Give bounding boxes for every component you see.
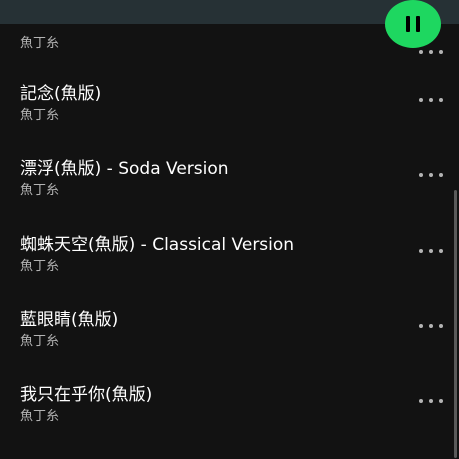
more-options-icon[interactable] <box>419 169 443 181</box>
more-options-icon[interactable] <box>419 245 443 257</box>
track-title: 記念(魚版) <box>20 84 102 104</box>
more-options-icon[interactable] <box>419 320 443 332</box>
track-title: 漂浮(魚版) - Soda Version <box>20 159 229 179</box>
track-title: 我只在乎你(魚版) <box>20 385 153 405</box>
more-options-icon[interactable] <box>419 94 443 106</box>
list-item[interactable]: 記念(魚版) 魚丁糸 <box>0 84 459 159</box>
pause-icon <box>406 16 420 32</box>
list-item[interactable]: 漂浮(魚版) - Soda Version 魚丁糸 <box>0 159 459 234</box>
track-artist: 魚丁糸 <box>20 108 60 123</box>
list-item[interactable]: 我只在乎你(魚版) 魚丁糸 <box>0 385 459 459</box>
scrollbar-thumb[interactable] <box>454 190 457 458</box>
track-artist: 魚丁糸 <box>20 183 60 198</box>
list-item[interactable]: 魚丁糸 <box>0 36 459 56</box>
track-list: 魚丁糸 記念(魚版) 魚丁糸 漂浮(魚版) - Soda Version 魚丁糸… <box>0 0 459 459</box>
track-title: 藍眼睛(魚版) <box>20 310 119 330</box>
track-artist: 魚丁糸 <box>20 259 60 274</box>
more-options-icon[interactable] <box>419 395 443 407</box>
pause-button[interactable] <box>385 0 441 48</box>
screen: 魚丁糸 記念(魚版) 魚丁糸 漂浮(魚版) - Soda Version 魚丁糸… <box>0 0 459 459</box>
track-artist: 魚丁糸 <box>20 36 60 51</box>
list-item[interactable]: 蜘蛛天空(魚版) - Classical Version 魚丁糸 <box>0 235 459 310</box>
track-artist: 魚丁糸 <box>20 334 60 349</box>
list-item[interactable]: 藍眼睛(魚版) 魚丁糸 <box>0 310 459 385</box>
track-artist: 魚丁糸 <box>20 409 60 424</box>
track-title: 蜘蛛天空(魚版) - Classical Version <box>20 235 295 255</box>
more-options-icon[interactable] <box>419 46 443 58</box>
